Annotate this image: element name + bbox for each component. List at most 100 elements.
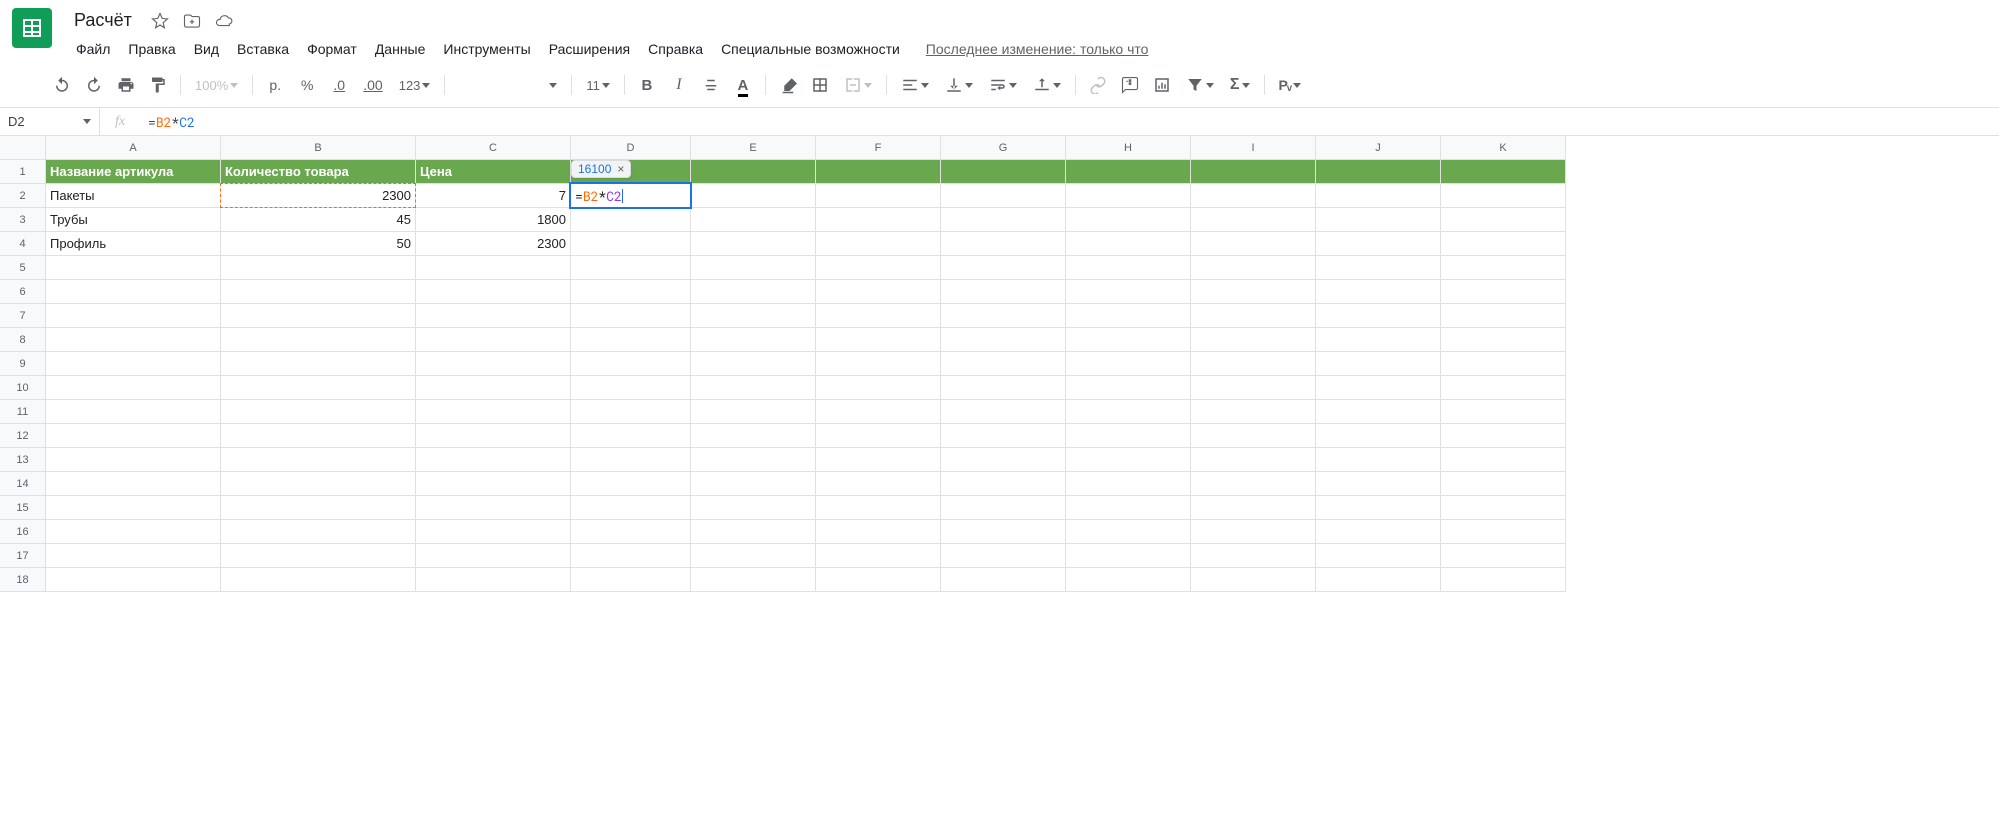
cell[interactable]: [221, 304, 416, 328]
name-box[interactable]: D2: [0, 108, 100, 135]
cell[interactable]: [571, 472, 691, 496]
cell[interactable]: [416, 568, 571, 592]
cell[interactable]: [46, 544, 221, 568]
cloud-status-icon[interactable]: [214, 11, 234, 31]
row-header[interactable]: 9: [0, 352, 46, 376]
cell[interactable]: [691, 280, 816, 304]
cell[interactable]: [816, 376, 941, 400]
cell[interactable]: [416, 400, 571, 424]
cell[interactable]: [416, 520, 571, 544]
cell[interactable]: [941, 208, 1066, 232]
cell[interactable]: [221, 472, 416, 496]
row-header[interactable]: 17: [0, 544, 46, 568]
cell[interactable]: [1316, 232, 1441, 256]
cell[interactable]: [691, 184, 816, 208]
col-header[interactable]: C: [416, 136, 571, 160]
cell[interactable]: [221, 352, 416, 376]
cell[interactable]: [816, 232, 941, 256]
row-header[interactable]: 14: [0, 472, 46, 496]
functions-dropdown[interactable]: Σ: [1224, 71, 1256, 99]
cell[interactable]: [1066, 496, 1191, 520]
cell[interactable]: [1316, 544, 1441, 568]
cell[interactable]: [46, 448, 221, 472]
cell[interactable]: [1316, 376, 1441, 400]
cell[interactable]: [1441, 352, 1566, 376]
cell[interactable]: [571, 352, 691, 376]
cell[interactable]: [1316, 424, 1441, 448]
cell[interactable]: [941, 448, 1066, 472]
cell[interactable]: [221, 544, 416, 568]
col-header[interactable]: B: [221, 136, 416, 160]
cell[interactable]: [416, 544, 571, 568]
cell[interactable]: Пакеты: [46, 184, 221, 208]
row-header[interactable]: 16: [0, 520, 46, 544]
cell[interactable]: [416, 496, 571, 520]
cell[interactable]: [941, 472, 1066, 496]
redo-button[interactable]: [80, 71, 108, 99]
cell[interactable]: [1441, 472, 1566, 496]
cell[interactable]: [1191, 544, 1316, 568]
cell[interactable]: [816, 352, 941, 376]
row-header[interactable]: 11: [0, 400, 46, 424]
cell[interactable]: [416, 448, 571, 472]
cell[interactable]: [691, 160, 816, 184]
cell[interactable]: [221, 256, 416, 280]
formula-input[interactable]: =B2*C2: [140, 113, 1999, 131]
cell[interactable]: [1316, 568, 1441, 592]
col-header[interactable]: A: [46, 136, 221, 160]
cell[interactable]: [691, 232, 816, 256]
cell[interactable]: [1066, 352, 1191, 376]
cell[interactable]: [571, 520, 691, 544]
cell[interactable]: [571, 304, 691, 328]
horizontal-align-dropdown[interactable]: [895, 71, 935, 99]
col-header[interactable]: D: [571, 136, 691, 160]
cell[interactable]: [1191, 160, 1316, 184]
menu-edit[interactable]: Правка: [120, 37, 183, 61]
row-header[interactable]: 5: [0, 256, 46, 280]
cell[interactable]: [816, 520, 941, 544]
borders-button[interactable]: [806, 71, 834, 99]
cell[interactable]: [221, 520, 416, 544]
menu-data[interactable]: Данные: [367, 37, 434, 61]
star-icon[interactable]: [150, 11, 170, 31]
cell[interactable]: [221, 400, 416, 424]
cell[interactable]: Название артикула: [46, 160, 221, 184]
cell[interactable]: [571, 568, 691, 592]
cell[interactable]: [691, 544, 816, 568]
paint-format-button[interactable]: [144, 71, 172, 99]
cell[interactable]: [1191, 208, 1316, 232]
cell[interactable]: [416, 424, 571, 448]
decrease-decimal-button[interactable]: .0: [325, 71, 353, 99]
cell[interactable]: [1191, 256, 1316, 280]
cell[interactable]: [1441, 400, 1566, 424]
cell[interactable]: [221, 424, 416, 448]
cell[interactable]: [691, 256, 816, 280]
cell[interactable]: [46, 472, 221, 496]
undo-button[interactable]: [48, 71, 76, 99]
cell[interactable]: [1316, 352, 1441, 376]
cell[interactable]: [941, 256, 1066, 280]
cell[interactable]: 2300: [221, 184, 416, 208]
cell[interactable]: [221, 496, 416, 520]
script-dropdown[interactable]: Рᵥ: [1273, 71, 1307, 99]
cell[interactable]: [1066, 280, 1191, 304]
cell[interactable]: [1441, 328, 1566, 352]
row-header[interactable]: 15: [0, 496, 46, 520]
col-header[interactable]: J: [1316, 136, 1441, 160]
col-header[interactable]: G: [941, 136, 1066, 160]
cell[interactable]: [416, 376, 571, 400]
bold-button[interactable]: B: [633, 71, 661, 99]
row-header[interactable]: 6: [0, 280, 46, 304]
cell[interactable]: [1441, 280, 1566, 304]
row-header[interactable]: 13: [0, 448, 46, 472]
insert-comment-button[interactable]: [1116, 71, 1144, 99]
cell[interactable]: [1441, 496, 1566, 520]
cell[interactable]: [816, 280, 941, 304]
cell[interactable]: [571, 232, 691, 256]
row-header[interactable]: 8: [0, 328, 46, 352]
cell[interactable]: 7: [416, 184, 571, 208]
menu-file[interactable]: Файл: [68, 37, 118, 61]
cell[interactable]: [1316, 328, 1441, 352]
text-color-button[interactable]: A: [729, 71, 757, 99]
cell[interactable]: Трубы: [46, 208, 221, 232]
